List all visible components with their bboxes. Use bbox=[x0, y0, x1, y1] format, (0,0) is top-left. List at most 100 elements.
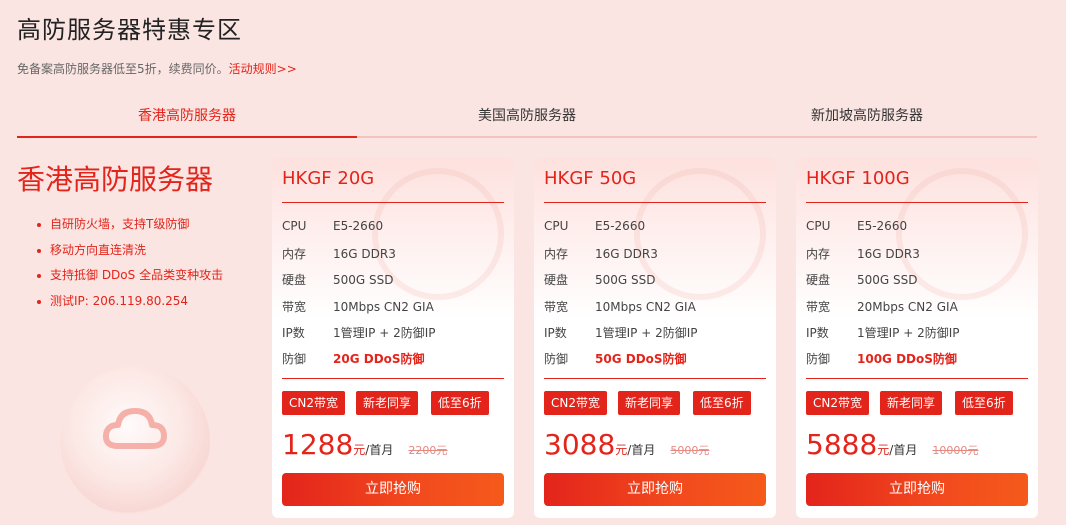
tab-singapore[interactable]: 新加坡高防服务器 bbox=[697, 100, 1037, 136]
price-currency: 元 bbox=[877, 443, 890, 457]
spec-value: 50G DDoS防御 bbox=[595, 352, 687, 366]
spec-label: 防御 bbox=[806, 352, 831, 366]
spec-value: E5-2660 bbox=[857, 219, 908, 233]
card-title: HKGF 100G bbox=[806, 168, 910, 189]
feature-item: 测试IP: 206.119.80.254 bbox=[37, 289, 257, 315]
spec-row-memory: 内存 16G DDR3 bbox=[282, 245, 396, 262]
product-card-hkgf-50g: HKGF 50G CPU E5-2660 内存 16G DDR3 硬盘 500G SS… bbox=[534, 158, 776, 518]
spec-label: 硬盘 bbox=[806, 273, 831, 287]
spec-value: 20Mbps CN2 GIA bbox=[857, 300, 958, 314]
spec-label: IP数 bbox=[282, 326, 305, 340]
spec-label: 硬盘 bbox=[544, 273, 569, 287]
price-amount: 3088 bbox=[544, 428, 616, 461]
card-title: HKGF 50G bbox=[544, 168, 637, 189]
tag-new-old: 新老同享 bbox=[356, 391, 419, 415]
spec-row-ip: IP数 1管理IP + 2防御IP bbox=[806, 324, 960, 341]
card-divider bbox=[544, 202, 766, 203]
card-divider bbox=[806, 202, 1028, 203]
spec-row-disk: 硬盘 500G SSD bbox=[282, 271, 394, 288]
spec-value: 500G SSD bbox=[333, 273, 394, 287]
spec-row-bandwidth: 带宽 10Mbps CN2 GIA bbox=[544, 298, 696, 315]
spec-row-memory: 内存 16G DDR3 bbox=[544, 245, 658, 262]
spec-label: CPU bbox=[544, 219, 569, 233]
price-currency: 元 bbox=[615, 443, 628, 457]
price-amount: 5888 bbox=[806, 428, 878, 461]
spec-row-disk: 硬盘 500G SSD bbox=[544, 271, 656, 288]
spec-label: 带宽 bbox=[806, 300, 831, 314]
spec-value: 500G SSD bbox=[857, 273, 918, 287]
buy-now-button[interactable]: 立即抢购 bbox=[544, 473, 766, 506]
spec-row-bandwidth: 带宽 20Mbps CN2 GIA bbox=[806, 298, 958, 315]
spec-value: 1管理IP + 2防御IP bbox=[857, 326, 960, 340]
original-price: 2200元 bbox=[408, 444, 448, 457]
card-divider bbox=[282, 202, 504, 203]
spec-label: 带宽 bbox=[282, 300, 307, 314]
tab-hongkong[interactable]: 香港高防服务器 bbox=[17, 100, 357, 138]
spec-row-memory: 内存 16G DDR3 bbox=[806, 245, 920, 262]
spec-value: 16G DDR3 bbox=[595, 247, 658, 261]
original-price: 5000元 bbox=[670, 444, 710, 457]
spec-label: 内存 bbox=[282, 247, 307, 261]
spec-row-defense: 防御 100G DDoS防御 bbox=[806, 350, 957, 367]
card-divider bbox=[544, 378, 766, 379]
price: 1288元/首月 2200元 bbox=[282, 428, 447, 461]
spec-value: E5-2660 bbox=[595, 219, 646, 233]
price-period: /首月 bbox=[365, 443, 394, 457]
section-title: 香港高防服务器 bbox=[17, 163, 214, 196]
card-title: HKGF 20G bbox=[282, 168, 375, 189]
spec-label: 硬盘 bbox=[282, 273, 307, 287]
spec-label: CPU bbox=[806, 219, 831, 233]
spec-row-ip: IP数 1管理IP + 2防御IP bbox=[282, 324, 436, 341]
spec-value: 1管理IP + 2防御IP bbox=[333, 326, 436, 340]
buy-now-button[interactable]: 立即抢购 bbox=[806, 473, 1028, 506]
tab-bar: 香港高防服务器 美国高防服务器 新加坡高防服务器 bbox=[17, 100, 1037, 138]
spec-label: 内存 bbox=[544, 247, 569, 261]
subtitle: 免备案高防服务器低至5折，续费同价。活动规则>> bbox=[17, 60, 297, 77]
cloud-shield-illustration bbox=[60, 366, 210, 516]
price-currency: 元 bbox=[353, 443, 366, 457]
product-card-hkgf-100g: HKGF 100G CPU E5-2660 内存 16G DDR3 硬盘 500G S… bbox=[796, 158, 1038, 518]
spec-value: 1管理IP + 2防御IP bbox=[595, 326, 698, 340]
spec-value: 20G DDoS防御 bbox=[333, 352, 425, 366]
cloud-icon bbox=[102, 408, 167, 449]
spec-value: 16G DDR3 bbox=[333, 247, 396, 261]
spec-label: IP数 bbox=[544, 326, 567, 340]
subtitle-text: 免备案高防服务器低至5折，续费同价。 bbox=[17, 62, 229, 76]
spec-row-defense: 防御 20G DDoS防御 bbox=[282, 350, 425, 367]
tag-discount: 低至6折 bbox=[693, 391, 751, 415]
spec-row-cpu: CPU E5-2660 bbox=[544, 219, 645, 233]
product-card-hkgf-20g: HKGF 20G CPU E5-2660 内存 16G DDR3 硬盘 500G SS… bbox=[272, 158, 514, 518]
spec-row-bandwidth: 带宽 10Mbps CN2 GIA bbox=[282, 298, 434, 315]
spec-row-ip: IP数 1管理IP + 2防御IP bbox=[544, 324, 698, 341]
card-divider bbox=[282, 378, 504, 379]
spec-value: E5-2660 bbox=[333, 219, 384, 233]
tag-cn2: CN2带宽 bbox=[282, 391, 345, 415]
activity-rules-link[interactable]: 活动规则>> bbox=[229, 62, 297, 76]
page-title: 高防服务器特惠专区 bbox=[17, 16, 242, 44]
tab-usa[interactable]: 美国高防服务器 bbox=[357, 100, 697, 136]
buy-now-button[interactable]: 立即抢购 bbox=[282, 473, 504, 506]
price-period: /首月 bbox=[889, 443, 918, 457]
spec-row-defense: 防御 50G DDoS防御 bbox=[544, 350, 687, 367]
left-panel: 香港高防服务器 自研防火墙，支持T级防御 移动方向直连清洗 支持抵御 DDoS … bbox=[17, 158, 257, 314]
price-amount: 1288 bbox=[282, 428, 354, 461]
spec-row-cpu: CPU E5-2660 bbox=[282, 219, 383, 233]
spec-label: 内存 bbox=[806, 247, 831, 261]
spec-value: 500G SSD bbox=[595, 273, 656, 287]
original-price: 10000元 bbox=[932, 444, 979, 457]
spec-label: 防御 bbox=[544, 352, 569, 366]
feature-item: 自研防火墙，支持T级防御 bbox=[37, 212, 257, 238]
price: 5888元/首月 10000元 bbox=[806, 428, 978, 461]
card-divider bbox=[806, 378, 1028, 379]
spec-value: 16G DDR3 bbox=[857, 247, 920, 261]
spec-label: 防御 bbox=[282, 352, 307, 366]
spec-value: 10Mbps CN2 GIA bbox=[595, 300, 696, 314]
price: 3088元/首月 5000元 bbox=[544, 428, 709, 461]
feature-item: 支持抵御 DDoS 全品类变种攻击 bbox=[37, 263, 257, 289]
price-period: /首月 bbox=[627, 443, 656, 457]
feature-item: 移动方向直连清洗 bbox=[37, 238, 257, 264]
spec-value: 10Mbps CN2 GIA bbox=[333, 300, 434, 314]
spec-value: 100G DDoS防御 bbox=[857, 352, 957, 366]
spec-label: 带宽 bbox=[544, 300, 569, 314]
tag-cn2: CN2带宽 bbox=[544, 391, 607, 415]
